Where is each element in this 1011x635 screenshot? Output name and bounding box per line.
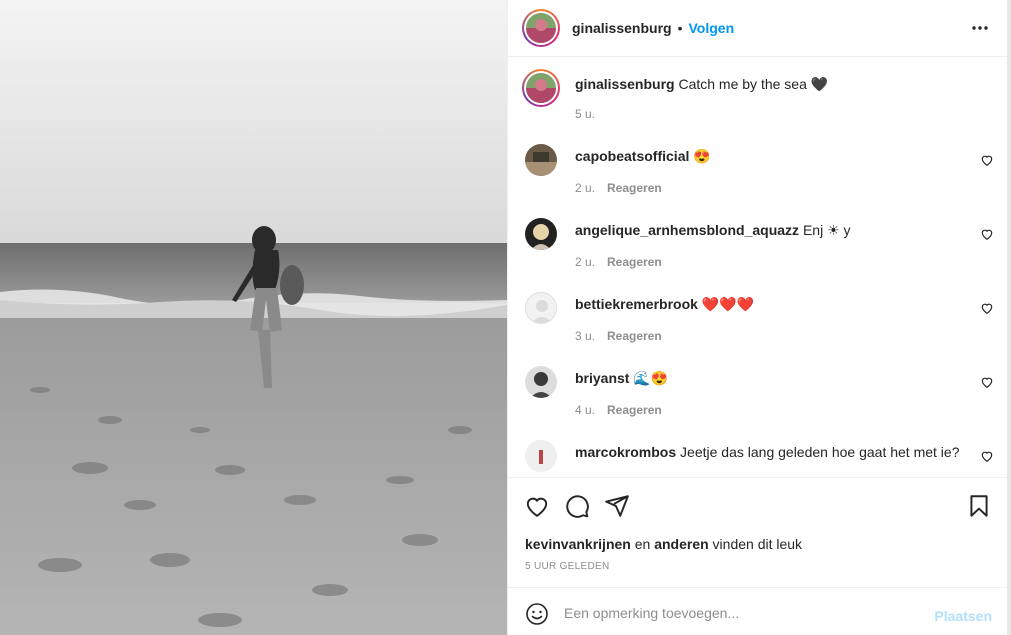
beach-photo-image [0, 0, 507, 635]
comment-avatar[interactable] [525, 440, 557, 472]
comment-item: marcokrombos Jeetje das lang geleden hoe… [508, 440, 1008, 477]
comment-text: angelique_arnhemsblond_aquazz Enj ☀︎ y [575, 221, 965, 239]
caption-body: Catch me by the sea 🖤 [678, 76, 829, 92]
author-avatar-ring[interactable] [522, 9, 560, 47]
reply-button[interactable]: Reageren [607, 181, 662, 195]
caption-username[interactable]: ginalissenburg [575, 76, 675, 92]
likes-mid: en [634, 536, 651, 552]
comment-body: 🌊😍 [633, 370, 669, 386]
comment-meta: 4 u. Reageren [575, 403, 662, 417]
caption-text: ginalissenburg Catch me by the sea 🖤 [575, 75, 965, 93]
comment-like-icon[interactable] [980, 449, 994, 463]
author-username[interactable]: ginalissenburg [572, 20, 672, 36]
caption: ginalissenburg Catch me by the sea 🖤 5 u… [508, 69, 1008, 129]
heart-icon[interactable] [524, 493, 550, 519]
comment-username[interactable]: bettiekremerbrook [575, 296, 698, 312]
comment-like-icon[interactable] [980, 375, 994, 389]
comment-meta: 3 u. Reageren [575, 329, 662, 343]
comment-avatar[interactable] [525, 144, 557, 176]
caption-time: 5 u. [575, 107, 596, 121]
emoji-icon[interactable] [525, 602, 549, 626]
post-header: ginalissenburg • Volgen [508, 0, 1008, 57]
likes-summary: kevinvankrijnen en anderen vinden dit le… [525, 536, 802, 552]
comment-time: 3 u. [575, 329, 596, 343]
comment-like-icon[interactable] [980, 301, 994, 315]
likes-user[interactable]: kevinvankrijnen [525, 536, 631, 552]
follow-button[interactable]: Volgen [688, 20, 734, 36]
comment-item: angelique_arnhemsblond_aquazz Enj ☀︎ y 2… [508, 218, 1008, 278]
comment-text: capobeatsofficial 😍 [575, 147, 965, 165]
post-photo[interactable] [0, 0, 507, 635]
comments-list[interactable]: ginalissenburg Catch me by the sea 🖤 5 u… [508, 57, 1008, 477]
comment-username[interactable]: angelique_arnhemsblond_aquazz [575, 222, 799, 238]
comment-username[interactable]: capobeatsofficial [575, 148, 689, 164]
likes-suffix: vinden dit leuk [712, 536, 803, 552]
comment-meta: 2 u. Reageren [575, 255, 662, 269]
add-comment-bar: Plaatsen [508, 587, 1008, 635]
comment-body: Enj ☀︎ y [802, 222, 851, 238]
comment-time: 2 u. [575, 255, 596, 269]
caption-avatar-ring[interactable] [522, 69, 560, 107]
instagram-post-view: ginalissenburg • Volgen ginalissenburg C… [0, 0, 1011, 635]
comment-item: bettiekremerbrook ❤️❤️❤️ 3 u. Reageren [508, 292, 1008, 352]
comment-username[interactable]: marcokrombos [575, 444, 676, 460]
comment-body: ❤️❤️❤️ [701, 296, 755, 312]
comment-avatar[interactable] [525, 218, 557, 250]
post-time-ago[interactable]: 5 UUR GELEDEN [525, 561, 609, 572]
share-icon[interactable] [604, 493, 630, 519]
author-avatar [526, 13, 556, 43]
comment-username[interactable]: briyanst [575, 370, 629, 386]
comment-time: 4 u. [575, 403, 596, 417]
post-comment-button[interactable]: Plaatsen [934, 608, 992, 624]
comment-body: 😍 [693, 148, 711, 164]
caption-avatar [526, 73, 556, 103]
comment-text: marcokrombos Jeetje das lang geleden hoe… [575, 443, 965, 461]
comment-body: Jeetje das lang geleden hoe gaat het met… [680, 444, 960, 460]
window-edge [1007, 0, 1011, 635]
comment-text: briyanst 🌊😍 [575, 369, 965, 387]
post-side-panel: ginalissenburg • Volgen ginalissenburg C… [507, 0, 1008, 635]
more-options-icon[interactable] [970, 18, 990, 38]
reply-button[interactable]: Reageren [607, 403, 662, 417]
comment-item: briyanst 🌊😍 4 u. Reageren [508, 366, 1008, 426]
likes-others[interactable]: anderen [654, 536, 708, 552]
comment-like-icon[interactable] [980, 227, 994, 241]
reply-button[interactable]: Reageren [607, 329, 662, 343]
comment-icon[interactable] [564, 493, 590, 519]
comment-like-icon[interactable] [980, 153, 994, 167]
comment-time: 2 u. [575, 181, 596, 195]
comment-input[interactable] [564, 600, 914, 626]
separator-dot: • [677, 20, 683, 36]
comment-meta: 2 u. Reageren [575, 181, 662, 195]
comment-avatar[interactable] [525, 366, 557, 398]
comment-item: capobeatsofficial 😍 2 u. Reageren [508, 144, 1008, 204]
reply-button[interactable]: Reageren [607, 255, 662, 269]
comment-text: bettiekremerbrook ❤️❤️❤️ [575, 295, 965, 313]
bookmark-icon[interactable] [966, 493, 992, 519]
comment-avatar[interactable] [525, 292, 557, 324]
post-actions: kevinvankrijnen en anderen vinden dit le… [508, 477, 1008, 587]
